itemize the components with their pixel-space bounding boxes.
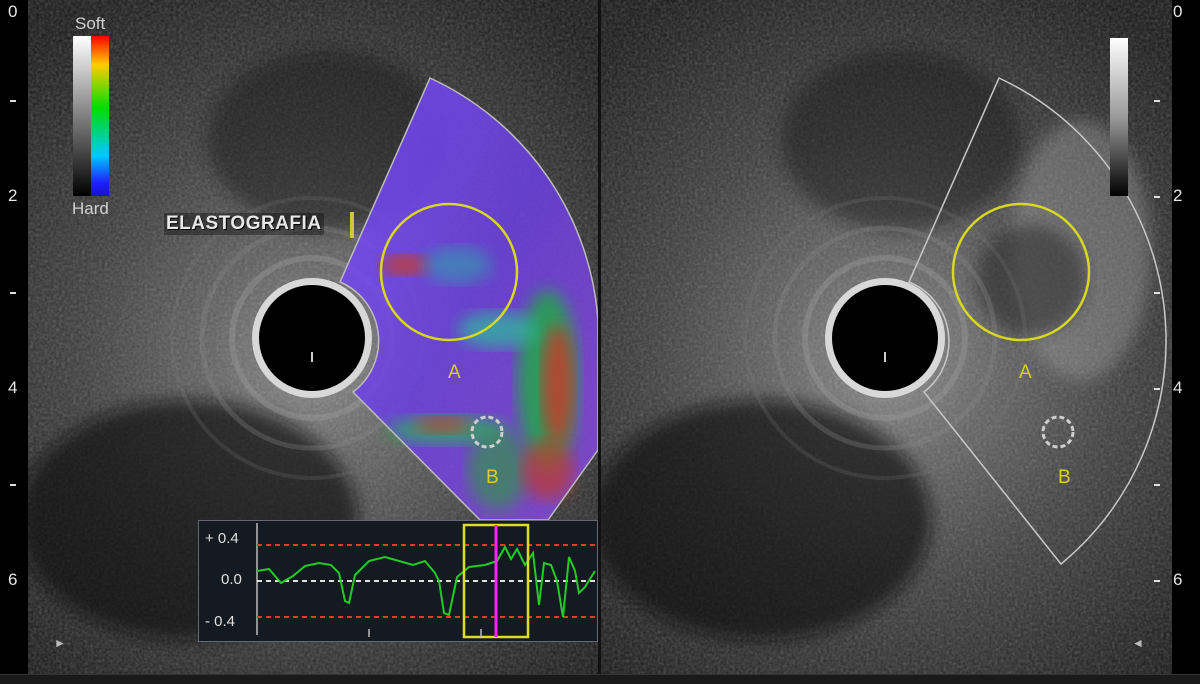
depth-label-4: 4 — [8, 378, 18, 397]
strain-plot — [256, 523, 596, 639]
depth-tick — [1154, 484, 1160, 486]
roi-a-label: A — [1019, 362, 1032, 383]
depth-label-6: 6 — [8, 570, 18, 589]
text-cursor — [350, 212, 354, 238]
bmode-image: A B — [601, 0, 1172, 674]
right-nav-arrow-icon[interactable]: ◄ — [1132, 636, 1144, 650]
depth-tick — [10, 484, 16, 486]
depth-tick — [1154, 196, 1160, 198]
elasticity-color-bar — [91, 36, 109, 196]
depth-label-2: 2 — [8, 186, 18, 205]
depth-label-4: 4 — [1173, 378, 1183, 397]
bmode-grayscale-bar — [1110, 38, 1128, 196]
bmode-image-pane[interactable]: A B — [601, 0, 1172, 674]
elastography-mode-label: ELASTOGRAFIA — [164, 213, 324, 235]
depth-tick — [10, 292, 16, 294]
depth-label-2: 2 — [1173, 186, 1183, 205]
roi-b-label: B — [486, 467, 499, 488]
roi-a-label: A — [448, 362, 461, 383]
grayscale-bar — [73, 36, 91, 196]
elasticity-colorbar — [73, 36, 109, 196]
legend-soft-label: Soft — [75, 14, 106, 33]
legend-hard-label: Hard — [72, 199, 109, 218]
strain-trace — [256, 544, 596, 618]
depth-label-0: 0 — [8, 2, 18, 21]
depth-label-0: 0 — [1173, 2, 1183, 21]
probe-lumen — [832, 285, 938, 391]
left-nav-arrow-icon[interactable]: ► — [54, 636, 66, 650]
depth-tick — [1154, 292, 1160, 294]
depth-tick — [1154, 388, 1160, 390]
roi-b-label: B — [1058, 467, 1071, 488]
depth-label-6: 6 — [1173, 570, 1183, 589]
strain-graph[interactable]: + 0.4 0.0 - 0.4 — [198, 520, 598, 642]
probe-lumen — [259, 285, 365, 391]
elastography-viewer: A B A B 0 2 4 6 0 2 4 6 Soft Hard ELASTO… — [0, 0, 1200, 684]
depth-tick — [1154, 100, 1160, 102]
depth-tick — [1154, 580, 1160, 582]
depth-tick — [10, 100, 16, 102]
